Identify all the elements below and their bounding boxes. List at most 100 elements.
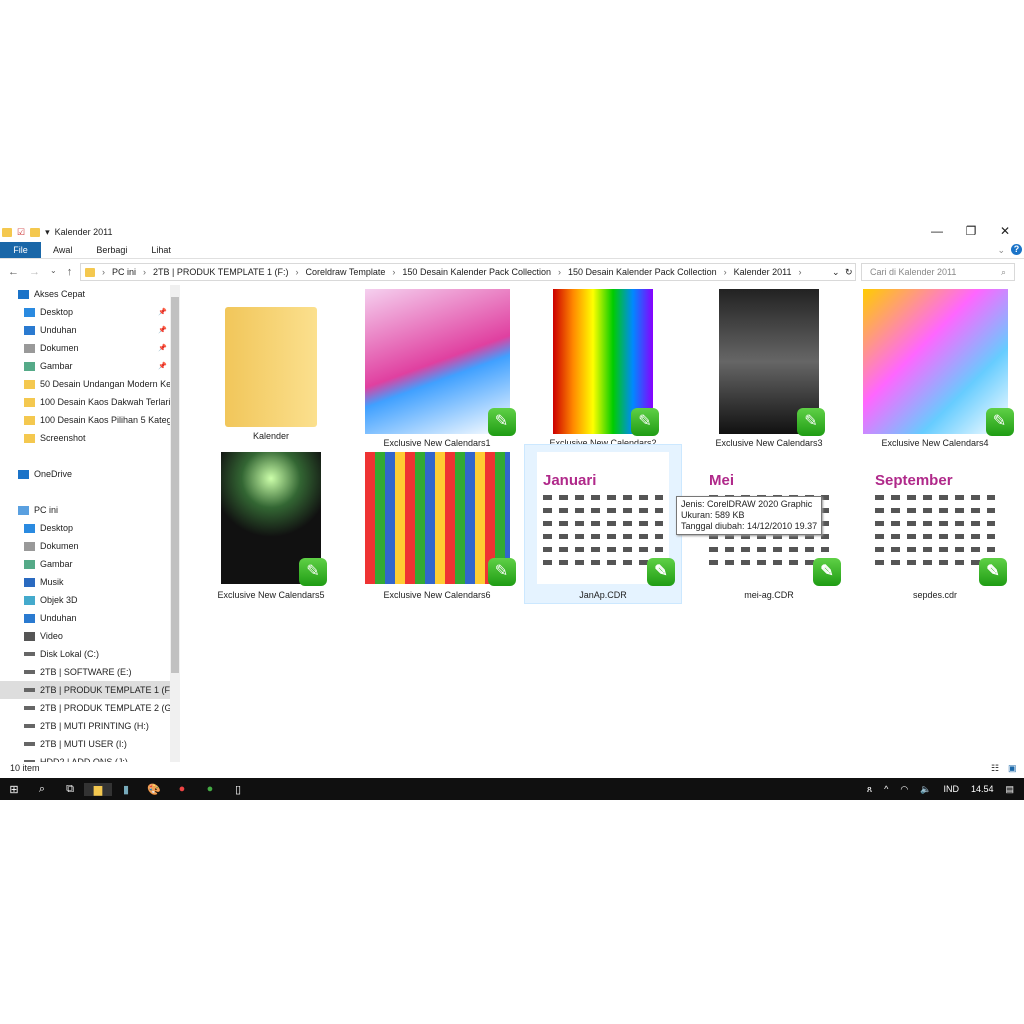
breadcrumb-item[interactable]: 150 Desain Kalender Pack Collection [402,267,551,277]
breadcrumb-item[interactable]: Kalender 2011 [734,267,792,277]
sidebar-item[interactable]: 50 Desain Undangan Modern Kel [0,375,170,393]
file-item[interactable]: Kalender [193,289,349,441]
minimize-button[interactable]: — [922,224,952,238]
language-indicator[interactable]: IND [943,784,959,794]
restore-button[interactable]: ❐ [956,224,986,238]
paint-icon[interactable]: 🎨 [140,783,168,796]
sidebar-item[interactable]: 2TB | PRODUK TEMPLATE 2 (G:) [0,699,170,717]
sidebar-item[interactable]: 2TB | MUTI USER (I:) [0,735,170,753]
file-item[interactable]: ✎ Exclusive New Calendars2 [525,289,681,448]
file-item[interactable]: ✎ Exclusive New Calendars4 [857,289,1014,448]
details-view-icon[interactable]: ☷ [991,763,999,774]
help-icon[interactable]: ? [1009,242,1024,258]
sidebar-item-label: Gambar [40,559,73,569]
clock[interactable]: 14.54 [971,784,994,794]
sidebar-item[interactable]: Desktop 📌 [0,303,170,321]
chevron-right-icon[interactable]: › [724,267,727,277]
sidebar-item[interactable]: 2TB | MUTI PRINTING (H:) [0,717,170,735]
tab-file[interactable]: File [0,242,41,258]
sidebar-item[interactable]: Dokumen 📌 [0,339,170,357]
chevron-right-icon[interactable]: › [799,267,802,277]
picture-icon [24,559,35,569]
breadcrumb-item[interactable]: 2TB | PRODUK TEMPLATE 1 (F:) [153,267,289,277]
sidebar-item[interactable]: Unduhan [0,609,170,627]
drive-icon [24,652,35,656]
notifications-icon[interactable]: ▤ [1005,784,1014,795]
sidebar-item[interactable]: 2TB | PRODUK TEMPLATE 1 (F:) [0,681,170,699]
large-icons-view-icon[interactable]: ▣ [1008,763,1017,774]
file-explorer-icon[interactable]: ▆ [84,782,112,796]
new-folder-icon[interactable] [30,227,41,237]
pin-icon: 📌 [158,327,167,334]
show-hidden-icons[interactable]: ^ [884,784,888,794]
tab-lihat[interactable]: Lihat [139,242,183,258]
sidebar-item[interactable]: Disk Lokal (C:) [0,645,170,663]
coreldraw-icon: ✎ [487,408,516,436]
expand-ribbon-icon[interactable]: ⌄ [993,242,1009,258]
sidebar-item[interactable]: 2TB | SOFTWARE (E:) [0,663,170,681]
file-item[interactable]: ✎ Exclusive New Calendars3 [691,289,847,448]
breadcrumb-item[interactable]: PC ini [112,267,136,277]
sidebar-item[interactable]: Unduhan 📌 [0,321,170,339]
refresh-icon[interactable]: ↻ [845,267,853,278]
chevron-right-icon[interactable]: › [102,267,105,277]
file-item[interactable]: ✎ Exclusive New Calendars5 [193,452,349,600]
properties-icon[interactable]: ☑ [17,227,25,238]
cube-icon [24,595,35,605]
chrome-icon[interactable]: ● [196,783,224,795]
sidebar-item[interactable]: Musik [0,573,170,591]
chevron-right-icon[interactable]: › [296,267,299,277]
search-icon[interactable]: ⌕ [28,783,56,796]
tab-awal[interactable]: Awal [41,242,84,258]
up-icon[interactable]: ↑ [67,266,73,278]
sidebar-item-label: 100 Desain Kaos Dakwah Terlaris [40,397,170,407]
breadcrumb[interactable]: › PC ini › 2TB | PRODUK TEMPLATE 1 (F:) › Cor… [80,263,856,281]
file-item[interactable]: Januari ✎ JanAp.CDR [524,444,682,604]
breadcrumb-item[interactable]: Coreldraw Template [306,267,386,277]
sidebar-item[interactable]: Video [0,627,170,645]
sidebar-item[interactable]: Objek 3D [0,591,170,609]
app-icon[interactable]: ▯ [224,783,252,796]
sidebar-item-label: HDD2 | ADD ONS (J:) [40,757,128,762]
start-icon[interactable]: ⊞ [0,783,28,796]
file-item[interactable]: ✎ Exclusive New Calendars6 [359,452,516,600]
chevron-right-icon[interactable]: › [143,267,146,277]
forward-icon[interactable]: → [29,266,40,278]
chevron-right-icon[interactable]: › [392,267,395,277]
file-item[interactable]: September ✎ sepdes.cdr [857,452,1013,600]
app-icon[interactable]: ▮ [112,783,140,796]
recent-icon[interactable]: ⌄ [50,266,57,278]
sidebar-item-label: Unduhan [40,613,77,623]
volume-icon[interactable]: 🔈 [920,784,931,795]
file-thumbnail: ✎ [719,289,825,436]
sidebar-item[interactable]: Gambar 📌 [0,357,170,375]
customize-toolbar-icon[interactable]: ▾ [45,227,50,238]
chevron-right-icon[interactable]: › [558,267,561,277]
task-view-icon[interactable]: ⧉ [56,783,84,796]
sidebar-item[interactable]: Desktop [0,519,170,537]
search-input[interactable]: Cari di Kalender 2011 ⌕ [861,263,1015,281]
back-icon[interactable]: ← [8,266,19,278]
coreldraw-icon: ✎ [487,558,516,586]
coreldraw-icon: ✎ [299,558,327,586]
sidebar-item[interactable]: 100 Desain Kaos Pilihan 5 Katego [0,411,170,429]
chrome-icon[interactable]: ● [168,783,196,795]
sidebar-item[interactable]: OneDrive [0,465,170,483]
sidebar-item[interactable]: HDD2 | ADD ONS (J:) [0,753,170,762]
close-button[interactable]: ✕ [990,224,1020,238]
sidebar-item[interactable]: Akses Cepat [0,285,170,303]
scrollbar[interactable] [170,285,180,762]
breadcrumb-item[interactable]: 150 Desain Kalender Pack Collection [568,267,717,277]
sidebar-item-label: Unduhan [40,325,77,335]
file-item[interactable]: ✎ Exclusive New Calendars1 [359,289,516,448]
sidebar-item[interactable]: Dokumen [0,537,170,555]
dropdown-icon[interactable]: ⌄ [832,267,840,278]
tab-berbagi[interactable]: Berbagi [84,242,139,258]
people-icon[interactable]: ጸ [867,784,872,795]
sidebar-item[interactable]: PC ini [0,501,170,519]
sidebar-item[interactable]: Gambar [0,555,170,573]
file-name: Exclusive New Calendars5 [217,590,325,600]
sidebar-item[interactable]: 100 Desain Kaos Dakwah Terlaris [0,393,170,411]
network-icon[interactable]: ◠ [900,784,908,795]
sidebar-item[interactable]: Screenshot [0,429,170,447]
